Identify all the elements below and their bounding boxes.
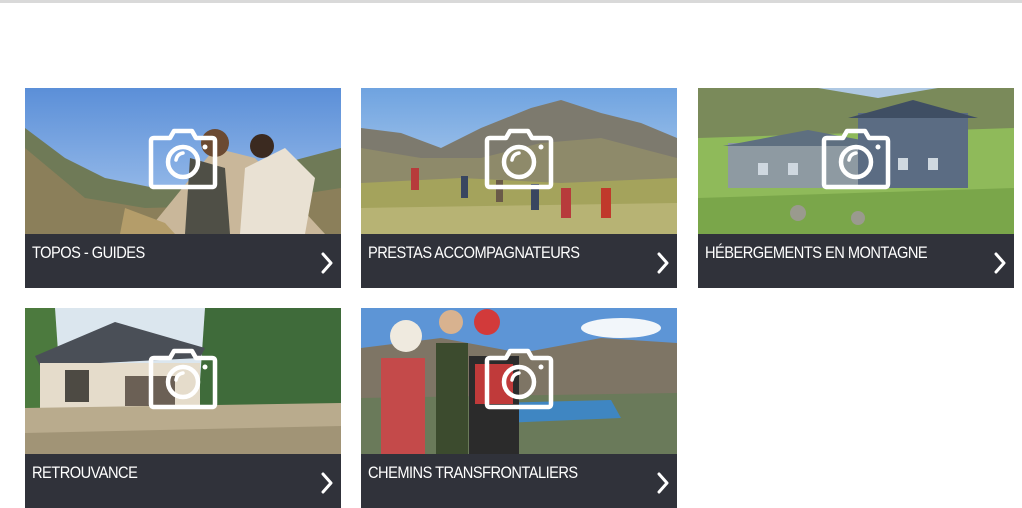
card-caption: RETROUVANCE bbox=[25, 454, 341, 508]
card-caption: TOPOS - GUIDES bbox=[25, 234, 341, 288]
card-photo bbox=[25, 88, 341, 234]
card-photo bbox=[698, 88, 1014, 234]
card-label: HÉBERGEMENTS EN MONTAGNE bbox=[705, 243, 928, 262]
card-photo bbox=[361, 308, 677, 454]
top-rule bbox=[0, 0, 1022, 3]
category-grid: TOPOS - GUIDES PRESTAS ACCOMPAGNATEURS H… bbox=[25, 88, 1015, 508]
chevron-right-icon bbox=[657, 472, 669, 494]
card-chemins-transfrontaliers[interactable]: CHEMINS TRANSFRONTALIERS bbox=[361, 308, 677, 508]
card-label: RETROUVANCE bbox=[32, 463, 138, 482]
card-photo bbox=[25, 308, 341, 454]
card-label: PRESTAS ACCOMPAGNATEURS bbox=[368, 243, 580, 262]
chevron-right-icon bbox=[321, 472, 333, 494]
card-label: CHEMINS TRANSFRONTALIERS bbox=[368, 463, 578, 482]
camera-icon bbox=[148, 348, 218, 410]
camera-icon bbox=[484, 128, 554, 190]
card-topos-guides[interactable]: TOPOS - GUIDES bbox=[25, 88, 341, 288]
card-prestas-accompagnateurs[interactable]: PRESTAS ACCOMPAGNATEURS bbox=[361, 88, 677, 288]
card-photo bbox=[361, 88, 677, 234]
card-caption: PRESTAS ACCOMPAGNATEURS bbox=[361, 234, 677, 288]
chevron-right-icon bbox=[657, 252, 669, 274]
chevron-right-icon bbox=[321, 252, 333, 274]
card-hebergements-en-montagne[interactable]: HÉBERGEMENTS EN MONTAGNE bbox=[698, 88, 1014, 288]
card-retrouvance[interactable]: RETROUVANCE bbox=[25, 308, 341, 508]
card-label: TOPOS - GUIDES bbox=[32, 243, 145, 262]
chevron-right-icon bbox=[994, 252, 1006, 274]
camera-icon bbox=[821, 128, 891, 190]
camera-icon bbox=[484, 348, 554, 410]
camera-icon bbox=[148, 128, 218, 190]
card-caption: HÉBERGEMENTS EN MONTAGNE bbox=[698, 234, 1014, 288]
card-caption: CHEMINS TRANSFRONTALIERS bbox=[361, 454, 677, 508]
